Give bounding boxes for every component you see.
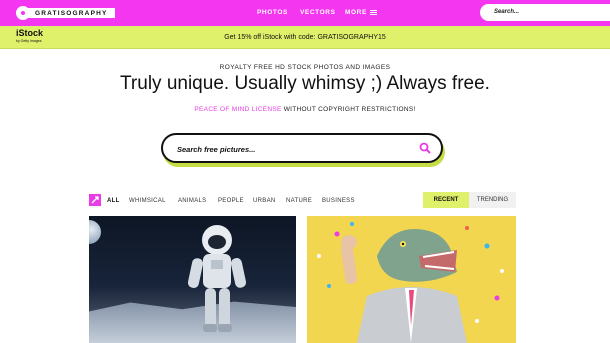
- logo-text: GRATISOGRAPHY: [28, 8, 115, 18]
- hero-subtitle: ROYALTY FREE HD STOCK PHOTOS AND IMAGES: [219, 64, 391, 71]
- shuffle-icon[interactable]: [89, 194, 101, 206]
- header-search-input[interactable]: Search...: [480, 4, 610, 21]
- astronaut-figure: [187, 225, 247, 332]
- license-text: WITHOUT COPYRIGHT RESTRICTIONS!: [281, 106, 416, 113]
- dinosaur-figure: [317, 222, 504, 343]
- filter-animals[interactable]: ANIMALS: [178, 198, 206, 204]
- filter-whimsical[interactable]: WHIMSICAL: [129, 198, 166, 204]
- istock-promo-banner[interactable]: iStock by Getty Images Get 15% off iStoc…: [0, 26, 610, 49]
- search-icon[interactable]: [419, 142, 431, 154]
- search-input[interactable]: Search free pictures...: [161, 133, 443, 163]
- promo-text[interactable]: Get 15% off iStock with code: GRATISOGRA…: [0, 34, 610, 41]
- photo-dinosaur-man[interactable]: [307, 216, 516, 343]
- logo-mark: [16, 6, 30, 20]
- nav-vectors[interactable]: VECTORS: [300, 9, 336, 16]
- filter-nature[interactable]: NATURE: [286, 198, 312, 204]
- tab-trending[interactable]: TRENDING: [469, 192, 516, 208]
- nav-more[interactable]: MORE: [345, 9, 367, 16]
- site-logo[interactable]: GRATISOGRAPHY: [16, 6, 115, 20]
- filter-all[interactable]: ALL: [107, 198, 120, 204]
- search-placeholder: Search free pictures...: [177, 145, 256, 154]
- filter-business[interactable]: BUSINESS: [322, 198, 355, 204]
- nav-photos[interactable]: PHOTOS: [257, 9, 288, 16]
- license-line: PEACE OF MIND LICENSE WITHOUT COPYRIGHT …: [0, 106, 610, 113]
- page-title: Truly unique. Usually whimsy ;) Always f…: [120, 73, 490, 94]
- photo-astronaut[interactable]: [89, 216, 296, 343]
- header-search-placeholder: Search...: [494, 9, 520, 15]
- filter-urban[interactable]: URBAN: [253, 198, 276, 204]
- hamburger-icon[interactable]: [370, 10, 377, 15]
- top-navbar: GRATISOGRAPHY PHOTOS VECTORS MORE Search…: [0, 0, 610, 26]
- tab-recent[interactable]: RECENT: [423, 192, 469, 208]
- filter-people[interactable]: PEOPLE: [218, 198, 244, 204]
- license-link[interactable]: PEACE OF MIND LICENSE: [194, 106, 281, 113]
